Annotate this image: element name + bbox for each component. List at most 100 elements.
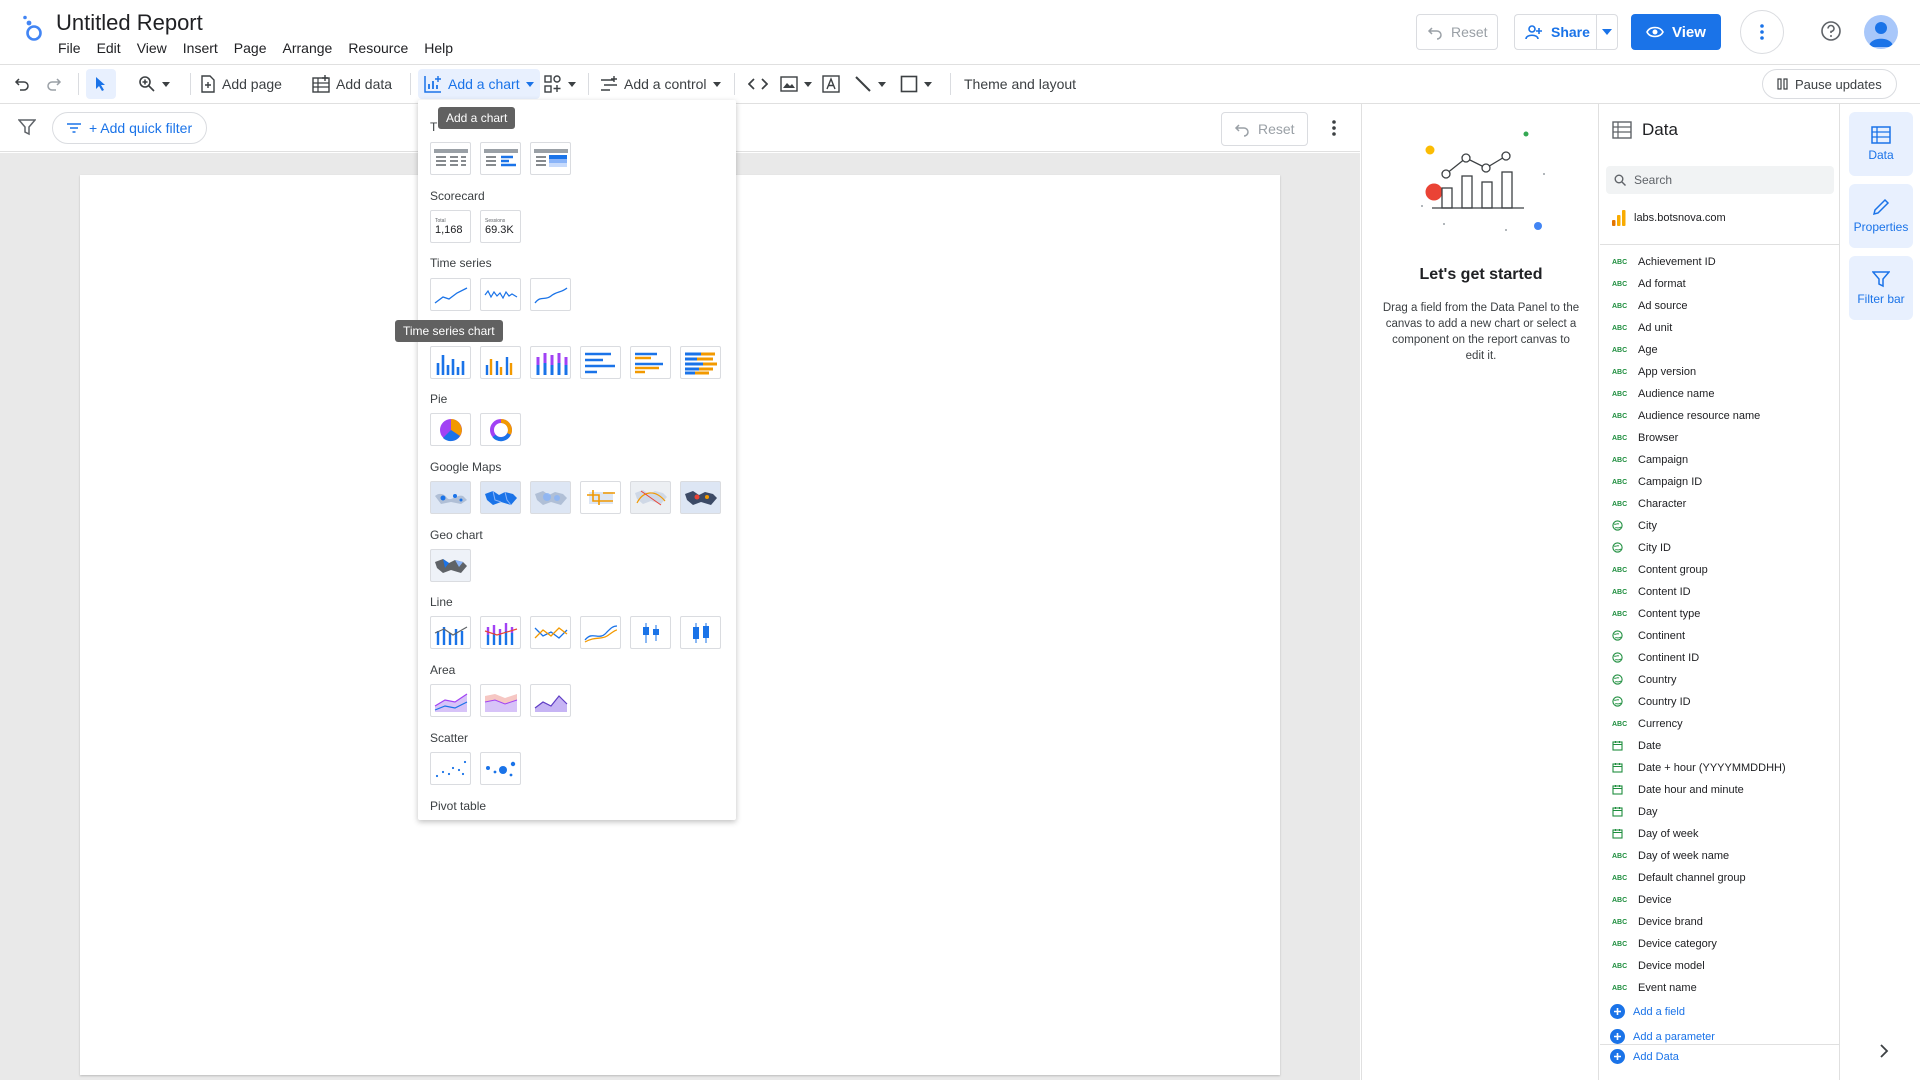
field-item[interactable]: ABC Campaign ID	[1600, 471, 1840, 493]
field-item[interactable]: Country ID	[1600, 691, 1840, 713]
field-item[interactable]: Date	[1600, 735, 1840, 757]
geo-chart-option[interactable]	[430, 549, 471, 582]
reset-filters-button[interactable]: Reset	[1221, 112, 1308, 146]
view-button[interactable]: View	[1631, 14, 1721, 50]
share-dropdown-button[interactable]	[1596, 14, 1618, 50]
table-heatmap-chart-option[interactable]	[530, 142, 571, 175]
add-parameter-link[interactable]: Add a parameter	[1600, 1024, 1840, 1049]
field-item[interactable]: ABC Achievement ID	[1600, 251, 1840, 273]
field-item[interactable]: ABC Content ID	[1600, 581, 1840, 603]
add-control-button[interactable]: Add a control	[600, 65, 721, 103]
field-item[interactable]: Day	[1600, 801, 1840, 823]
field-item[interactable]: ABC Character	[1600, 493, 1840, 515]
field-item[interactable]: City	[1600, 515, 1840, 537]
report-title[interactable]: Untitled Report	[56, 10, 203, 36]
menu-edit[interactable]: Edit	[89, 40, 129, 56]
add-quick-filter-button[interactable]: + Add quick filter	[52, 112, 208, 144]
add-field-link[interactable]: Add a field	[1600, 999, 1840, 1024]
smoothed-time-series-option[interactable]	[530, 278, 571, 311]
line-map-option[interactable]	[580, 481, 621, 514]
field-item[interactable]: Day of week	[1600, 823, 1840, 845]
menu-resource[interactable]: Resource	[340, 40, 416, 56]
looker-studio-logo-icon[interactable]	[20, 14, 44, 44]
field-item[interactable]: ABC Device brand	[1600, 911, 1840, 933]
chevron-right-icon[interactable]	[1879, 1044, 1889, 1058]
grouped-column-chart-option[interactable]	[480, 346, 521, 379]
add-chart-button[interactable]: Add a chart	[418, 69, 540, 99]
candlestick-chart-option[interactable]	[630, 616, 671, 649]
column-chart-option[interactable]	[430, 346, 471, 379]
community-visualizations-button[interactable]	[544, 65, 576, 103]
redo-button[interactable]	[46, 65, 62, 103]
add-data-link[interactable]: Add Data	[1610, 1049, 1679, 1064]
bubble-chart-option[interactable]	[480, 752, 521, 785]
smoothed-line-chart-option[interactable]	[580, 616, 621, 649]
field-item[interactable]: ABC Audience resource name	[1600, 405, 1840, 427]
scorecard-option[interactable]: Total 1,168	[430, 210, 471, 243]
field-item[interactable]: ABC Audience name	[1600, 383, 1840, 405]
combo-chart-option[interactable]	[430, 616, 471, 649]
select-tool-button[interactable]	[86, 69, 116, 99]
zoom-button[interactable]	[138, 65, 170, 103]
field-item[interactable]: ABC Device	[1600, 889, 1840, 911]
data-source[interactable]: labs.botsnova.com	[1612, 210, 1726, 226]
time-series-chart-option[interactable]	[430, 278, 471, 311]
menu-arrange[interactable]: Arrange	[275, 40, 341, 56]
field-item[interactable]: ABC Content group	[1600, 559, 1840, 581]
add-data-button[interactable]: Add data	[312, 65, 392, 103]
add-image-button[interactable]	[780, 65, 812, 103]
heatmap-map-option[interactable]	[530, 481, 571, 514]
field-item[interactable]: ABC Ad source	[1600, 295, 1840, 317]
scorecard-compact-option[interactable]: Sessions 69.3K	[480, 210, 521, 243]
percent-area-chart-option[interactable]	[530, 684, 571, 717]
add-page-button[interactable]: Add page	[200, 65, 282, 103]
field-item[interactable]: ABC Device category	[1600, 933, 1840, 955]
field-item[interactable]: ABC Day of week name	[1600, 845, 1840, 867]
filled-map-option[interactable]	[480, 481, 521, 514]
undo-button[interactable]	[14, 65, 30, 103]
stacked-column-chart-option[interactable]	[530, 346, 571, 379]
embed-url-button[interactable]	[748, 65, 768, 103]
stacked-area-chart-option[interactable]	[480, 684, 521, 717]
pie-chart-option[interactable]	[430, 413, 471, 446]
field-item[interactable]: Continent ID	[1600, 647, 1840, 669]
heatmap-filled-map-option[interactable]	[680, 481, 721, 514]
rail-data-button[interactable]: Data	[1849, 112, 1913, 176]
filter-funnel-icon[interactable]	[18, 118, 36, 136]
donut-chart-option[interactable]	[480, 413, 521, 446]
bar-chart-option[interactable]	[580, 346, 621, 379]
table-bars-chart-option[interactable]	[480, 142, 521, 175]
field-item[interactable]: Date hour and minute	[1600, 779, 1840, 801]
field-item[interactable]: ABC Currency	[1600, 713, 1840, 735]
rail-filter-bar-button[interactable]: Filter bar	[1849, 256, 1913, 320]
more-options-button[interactable]	[1740, 10, 1784, 54]
grouped-bar-chart-option[interactable]	[630, 346, 671, 379]
stacked-combo-chart-option[interactable]	[480, 616, 521, 649]
field-item[interactable]: ABC Ad unit	[1600, 317, 1840, 339]
bubble-map-option[interactable]	[430, 481, 471, 514]
menu-insert[interactable]: Insert	[175, 40, 226, 56]
field-item[interactable]: ABC App version	[1600, 361, 1840, 383]
line-chart-option[interactable]	[530, 616, 571, 649]
field-item[interactable]: ABC Ad format	[1600, 273, 1840, 295]
account-avatar[interactable]	[1864, 15, 1898, 49]
field-item[interactable]: Country	[1600, 669, 1840, 691]
field-item[interactable]: Date + hour (YYYYMMDDHH)	[1600, 757, 1840, 779]
rail-properties-button[interactable]: Properties	[1849, 184, 1913, 248]
sparkline-chart-option[interactable]	[480, 278, 521, 311]
help-icon[interactable]	[1820, 20, 1842, 42]
stacked-bar-chart-option[interactable]	[680, 346, 721, 379]
area-chart-option[interactable]	[430, 684, 471, 717]
more-vert-icon[interactable]	[1332, 120, 1336, 136]
data-search-input[interactable]: Search	[1606, 166, 1834, 194]
field-item[interactable]: ABC Event name	[1600, 977, 1840, 999]
boxplot-chart-option[interactable]	[680, 616, 721, 649]
field-item[interactable]: ABC Campaign	[1600, 449, 1840, 471]
scatter-chart-option[interactable]	[430, 752, 471, 785]
pause-updates-button[interactable]: Pause updates	[1762, 69, 1897, 99]
field-item[interactable]: ABC Default channel group	[1600, 867, 1840, 889]
field-item[interactable]: ABC Content type	[1600, 603, 1840, 625]
add-line-button[interactable]	[854, 65, 886, 103]
add-text-button[interactable]	[822, 65, 840, 103]
field-item[interactable]: ABC Device model	[1600, 955, 1840, 977]
